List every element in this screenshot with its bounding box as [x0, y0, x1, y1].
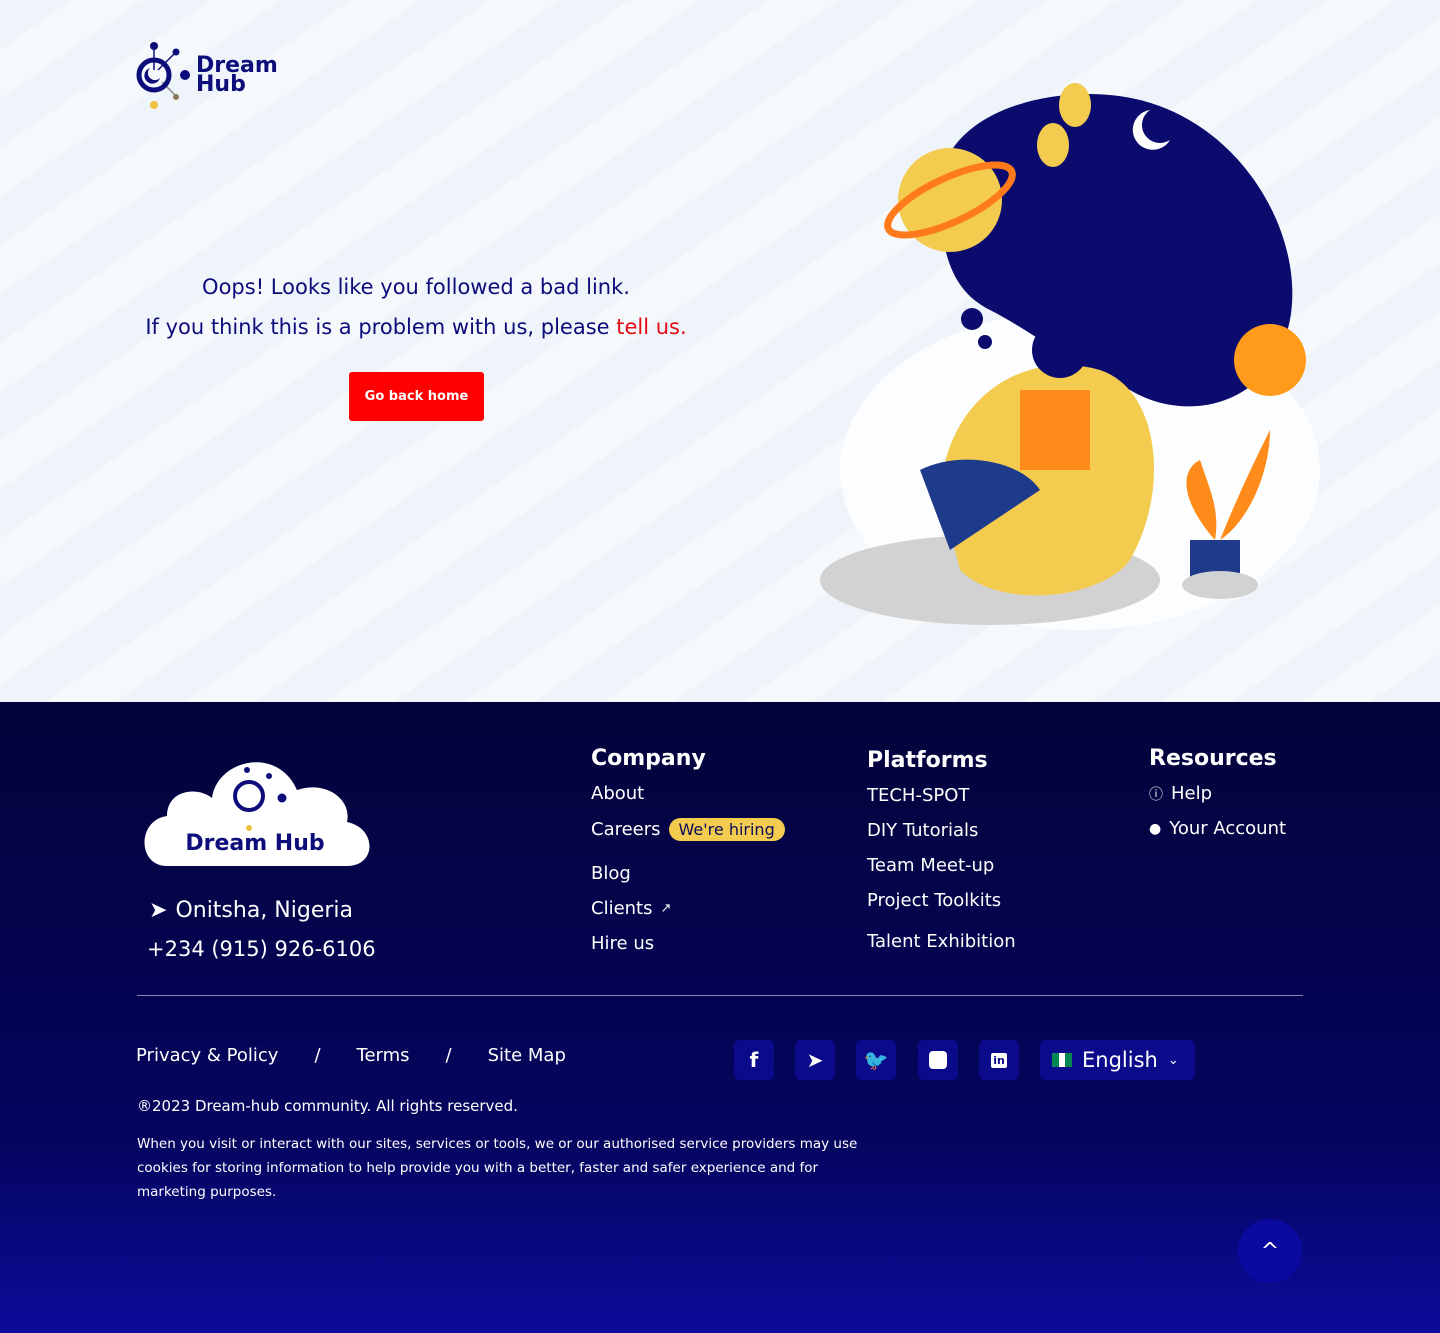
chevron-down-icon: ⌄ [1167, 1052, 1179, 1068]
hero-section: Dream Hub Oops! Looks like you followed a… [0, 0, 1440, 702]
resources-column: Resources ⓘ Help ● Your Account [1149, 746, 1286, 853]
privacy-policy-link[interactable]: Privacy & Policy [136, 1045, 278, 1066]
svg-text:Dream Hub: Dream Hub [185, 831, 324, 856]
talent-exhibition-link[interactable]: Talent Exhibition [867, 931, 1016, 952]
footer-brand: Dream Hub ➤ Onitsha, Nigeria +234 (915) 9… [137, 750, 376, 961]
chevron-up-icon: ^ [1260, 1238, 1280, 1264]
instagram-icon[interactable] [918, 1040, 958, 1080]
tell-us-link[interactable]: tell us. [616, 315, 686, 339]
cloud-logo: Dream Hub [144, 762, 370, 866]
twitter-icon[interactable]: 🐦 [856, 1040, 896, 1080]
location: ➤ Onitsha, Nigeria [149, 898, 376, 923]
help-text: Help [1171, 783, 1213, 804]
location-text: Onitsha, Nigeria [175, 898, 354, 923]
location-arrow-icon: ➤ [149, 898, 168, 923]
nigeria-flag-icon [1052, 1053, 1073, 1067]
telegram-icon[interactable]: ➤ [795, 1040, 835, 1080]
info-icon: ⓘ [1149, 786, 1163, 803]
legal-links: Privacy & Policy / Terms / Site Map [136, 1045, 566, 1066]
footer: Dream Hub ➤ Onitsha, Nigeria +234 (915) 9… [0, 702, 1440, 1333]
platforms-column: Platforms TECH-SPOT DIY Tutorials Team M… [867, 748, 1016, 966]
error-message-line2: If you think this is a problem with us, … [120, 315, 712, 339]
careers-text: Careers [591, 819, 661, 840]
language-select[interactable]: English ⌄ [1040, 1040, 1195, 1080]
project-toolkits-link[interactable]: Project Toolkits [867, 890, 1016, 911]
site-map-link[interactable]: Site Map [488, 1045, 566, 1066]
error-message-line1: Oops! Looks like you followed a bad link… [202, 275, 630, 299]
separator: / [314, 1045, 321, 1066]
clients-link[interactable]: Clients ↗ [591, 898, 785, 919]
facebook-icon[interactable]: f [734, 1040, 774, 1080]
phone: +234 (915) 926-6106 [147, 937, 376, 961]
external-link-icon: ↗ [660, 901, 672, 916]
your-account-text: Your Account [1169, 818, 1287, 839]
platforms-heading: Platforms [867, 748, 988, 773]
scroll-to-top-button[interactable]: ^ [1238, 1219, 1302, 1283]
diy-tutorials-link[interactable]: DIY Tutorials [867, 820, 1016, 841]
logo[interactable]: Dream Hub [136, 40, 278, 110]
footer-divider [137, 995, 1303, 996]
hire-us-link[interactable]: Hire us [591, 933, 785, 954]
language-label: English [1082, 1048, 1158, 1072]
company-column: Company About Careers We're hiring Blog C… [591, 746, 785, 968]
linkedin-icon[interactable]: in [979, 1040, 1019, 1080]
team-meetup-link[interactable]: Team Meet-up [867, 855, 1016, 876]
resources-heading: Resources [1149, 746, 1277, 771]
tech-spot-link[interactable]: TECH-SPOT [867, 785, 1016, 806]
hiring-badge: We're hiring [668, 818, 785, 841]
go-back-home-button[interactable]: Go back home [349, 372, 484, 421]
error-text: If you think this is a problem with us, … [145, 315, 617, 339]
clients-text: Clients [591, 898, 653, 919]
separator: / [445, 1045, 452, 1066]
terms-link[interactable]: Terms [357, 1045, 410, 1066]
copyright: ®2023 Dream-hub community. All rights re… [137, 1097, 518, 1115]
your-account-link[interactable]: ● Your Account [1149, 818, 1286, 839]
company-heading: Company [591, 746, 706, 771]
blog-link[interactable]: Blog [591, 863, 785, 884]
cookie-notice: When you visit or interact with our site… [137, 1136, 858, 1200]
about-link[interactable]: About [591, 783, 785, 804]
dreaming-girl-illustration [820, 83, 1320, 630]
user-icon: ● [1149, 820, 1162, 837]
logo-icon [136, 42, 190, 109]
careers-link[interactable]: Careers We're hiring [591, 818, 785, 841]
help-link[interactable]: ⓘ Help [1149, 783, 1286, 804]
